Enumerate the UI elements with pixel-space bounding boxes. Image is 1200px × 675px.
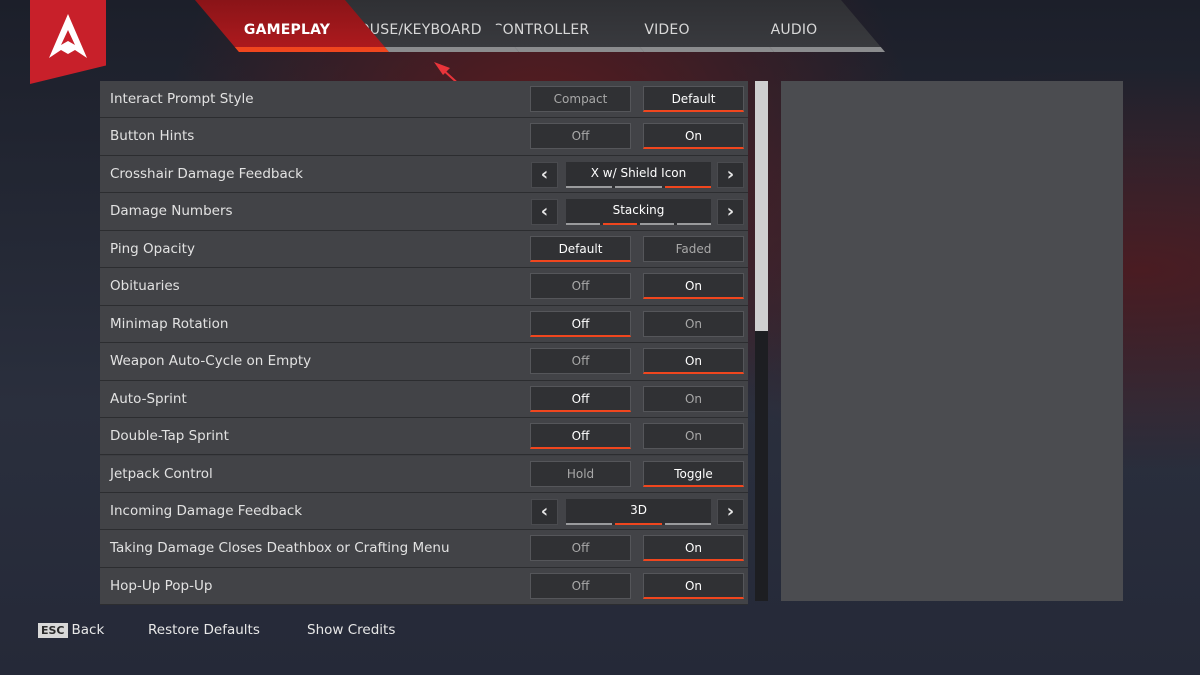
option-button-compact[interactable]: Compact (530, 86, 631, 112)
option-indicator-segment (615, 185, 662, 188)
option-indicator-segment (664, 185, 711, 188)
setting-row: Taking Damage Closes Deathbox or Craftin… (100, 530, 748, 568)
setting-row: Jetpack Control Hold Toggle (100, 455, 748, 493)
scrollbar[interactable] (755, 81, 768, 601)
setting-row: Weapon Auto-Cycle on Empty Off On (100, 343, 748, 381)
setting-row: Minimap Rotation Off On (100, 305, 748, 344)
setting-row: Double-Tap Sprint Off On (100, 418, 748, 456)
chevron-right-icon: › (726, 163, 735, 185)
option-button-toggle[interactable]: Toggle (643, 460, 744, 487)
restore-defaults-button[interactable]: Restore Defaults (148, 622, 260, 638)
option-button-off[interactable]: Off (530, 385, 631, 412)
setting-label: Button Hints (110, 128, 195, 145)
settings-list: Interact Prompt Style Compact Default Butto… (100, 81, 748, 606)
option-indicator-segment (603, 223, 637, 226)
show-credits-button[interactable]: Show Credits (307, 622, 395, 638)
option-button-on[interactable]: On (643, 423, 744, 450)
setting-row: Button Hints Off On (100, 118, 748, 156)
setting-row: Hop-Up Pop-Up Off On (100, 567, 748, 606)
option-button-off[interactable]: Off (530, 123, 631, 150)
chevron-right-icon: › (726, 500, 735, 522)
setting-row: Damage Numbers ‹ Stacking › (100, 193, 748, 231)
option-indicator-segment (566, 223, 600, 226)
option-button-faded[interactable]: Faded (643, 235, 744, 262)
tab-underline (195, 47, 395, 52)
setting-label: Hop-Up Pop-Up (110, 577, 213, 594)
setting-label: Auto-Sprint (110, 390, 187, 407)
setting-label: Crosshair Damage Feedback (110, 165, 303, 182)
setting-row: Incoming Damage Feedback ‹ 3D › (100, 492, 748, 531)
tab-label: GAMEPLAY (243, 22, 331, 38)
option-indicator-segment (566, 185, 613, 188)
previous-option-button[interactable]: ‹ (531, 498, 558, 525)
setting-label: Damage Numbers (110, 203, 233, 220)
chevron-left-icon: ‹ (540, 201, 549, 223)
back-button[interactable]: ESC Back (38, 622, 104, 638)
setting-row: Obituaries Off On (100, 268, 748, 306)
setting-label: Interact Prompt Style (110, 91, 254, 107)
scrollbar-thumb[interactable] (755, 81, 768, 331)
next-option-button[interactable]: › (717, 199, 744, 226)
option-button-on[interactable]: On (643, 273, 744, 300)
option-button-off[interactable]: Off (530, 423, 631, 450)
option-button-default[interactable]: Default (643, 86, 744, 112)
option-button-off[interactable]: Off (530, 535, 631, 562)
setting-label: Ping Opacity (110, 240, 195, 257)
setting-label: Taking Damage Closes Deathbox or Craftin… (110, 540, 450, 557)
option-button-on[interactable]: On (643, 385, 744, 412)
option-indicator-segment (615, 522, 662, 525)
setting-label: Incoming Damage Feedback (110, 502, 303, 519)
setting-row: Auto-Sprint Off On (100, 380, 748, 418)
option-indicator-segment (566, 522, 613, 525)
setting-label: Weapon Auto-Cycle on Empty (110, 353, 312, 370)
option-indicator-segment (640, 223, 674, 226)
setting-row: Interact Prompt Style Compact Default (100, 81, 748, 119)
option-button-on[interactable]: On (643, 123, 744, 150)
option-value-text: X w/ Shield Icon (590, 165, 687, 180)
back-label: Back (71, 622, 105, 638)
previous-option-button[interactable]: ‹ (531, 161, 558, 188)
option-button-off[interactable]: Off (530, 273, 631, 300)
apex-logo (30, 0, 106, 84)
option-button-off[interactable]: Off (530, 572, 631, 599)
option-button-off[interactable]: Off (530, 348, 631, 375)
apex-logo-icon (49, 14, 87, 58)
next-option-button[interactable]: › (717, 161, 744, 188)
setting-label: Jetpack Control (110, 465, 213, 482)
option-button-hold[interactable]: Hold (530, 460, 631, 487)
setting-row: Ping Opacity Default Faded (100, 230, 748, 269)
option-button-off[interactable]: Off (530, 310, 631, 337)
option-button-on[interactable]: On (643, 348, 744, 375)
chevron-left-icon: ‹ (540, 500, 549, 522)
option-value-text: Stacking (612, 203, 665, 218)
option-button-on[interactable]: On (643, 310, 744, 337)
option-button-on[interactable]: On (643, 572, 744, 599)
esc-key-icon: ESC (38, 623, 68, 638)
option-indicator-segment (677, 223, 711, 226)
next-option-button[interactable]: › (717, 498, 744, 525)
previous-option-button[interactable]: ‹ (531, 199, 558, 226)
option-button-default[interactable]: Default (530, 235, 631, 262)
option-button-on[interactable]: On (643, 535, 744, 562)
option-value: X w/ Shield Icon (566, 161, 711, 188)
option-value: 3D (566, 498, 711, 525)
description-panel (781, 81, 1123, 601)
setting-label: Obituaries (110, 278, 180, 295)
option-value: Stacking (566, 199, 711, 226)
chevron-right-icon: › (726, 201, 735, 223)
setting-row: Crosshair Damage Feedback ‹ X w/ Shield Ic… (100, 155, 748, 194)
option-indicator-segment (664, 522, 711, 525)
setting-label: Double-Tap Sprint (110, 428, 229, 445)
option-value-text: 3D (630, 502, 647, 517)
chevron-left-icon: ‹ (540, 163, 549, 185)
setting-label: Minimap Rotation (110, 315, 229, 332)
settings-tabs: GAMEPLAY MOUSE/KEYBOARD CONTROLLER VIDEO AUD… (195, 0, 885, 52)
